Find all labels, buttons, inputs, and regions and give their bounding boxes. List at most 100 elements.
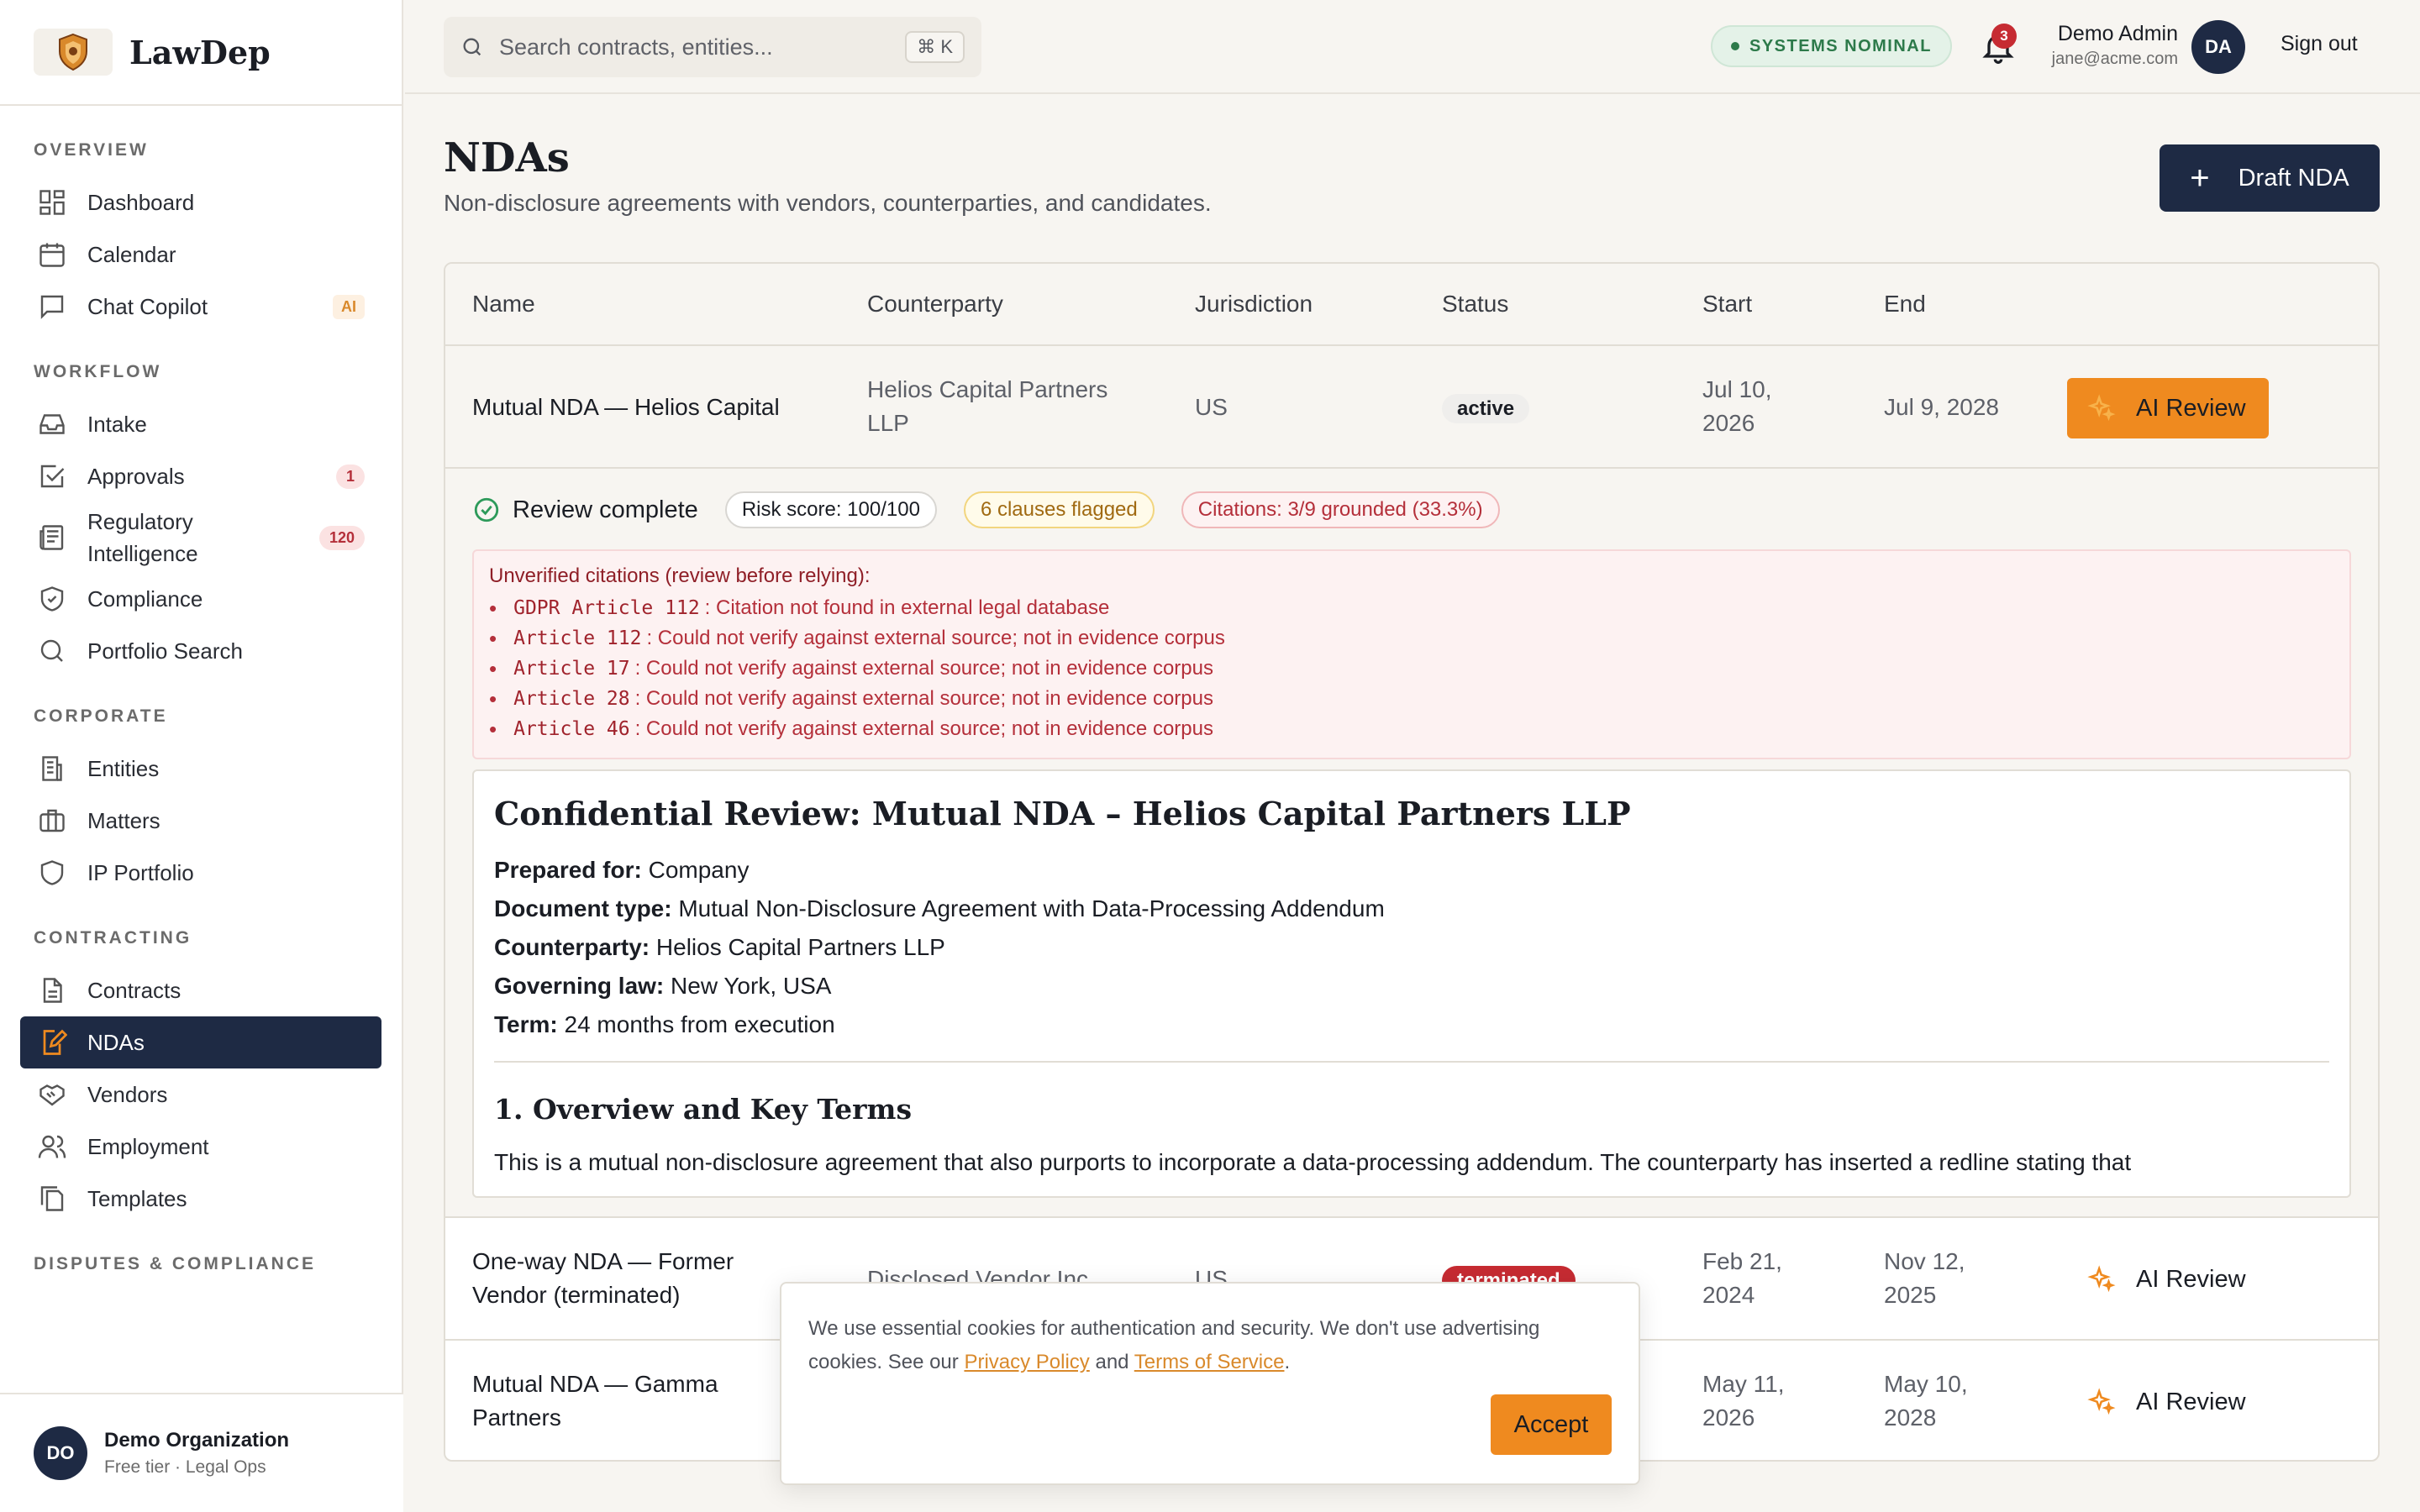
ai-review-button[interactable]: AI Review bbox=[2067, 1372, 2268, 1432]
sidebar-item-label: Contracts bbox=[87, 978, 182, 1003]
sparkles-icon bbox=[2087, 1388, 2116, 1415]
nav-section-contracting: CONTRACTING bbox=[34, 928, 192, 948]
sidebar-item-vendors[interactable]: Vendors bbox=[20, 1068, 381, 1121]
page-title: NDAs bbox=[444, 134, 570, 181]
user-info[interactable]: Demo Admin jane@acme.com bbox=[2044, 22, 2178, 69]
sidebar-item-templates[interactable]: Templates bbox=[20, 1173, 381, 1225]
sidebar-item-chat-copilot[interactable]: Chat Copilot AI bbox=[20, 281, 381, 333]
nda-end: Jul 9, 2028 bbox=[1884, 394, 1999, 420]
sidebar-item-portfolio-search[interactable]: Portfolio Search bbox=[20, 625, 381, 677]
briefcase-icon bbox=[39, 809, 65, 832]
sidebar-item-dashboard[interactable]: Dashboard bbox=[20, 176, 381, 228]
search-icon bbox=[40, 639, 63, 662]
brand-name: LawDep bbox=[129, 33, 271, 71]
brand[interactable]: LawDep bbox=[0, 0, 402, 106]
accept-cookies-button[interactable]: Accept bbox=[1491, 1394, 1612, 1455]
unverified-citations: Unverified citations (review before rely… bbox=[472, 549, 2351, 759]
copy-icon bbox=[40, 1186, 64, 1211]
global-search[interactable]: ⌘ K bbox=[444, 17, 981, 77]
table-row[interactable]: Mutual NDA — Helios Capital Helios Capit… bbox=[445, 346, 2378, 469]
nav-section-workflow: WORKFLOW bbox=[34, 362, 162, 381]
sidebar-item-ndas[interactable]: NDAs bbox=[20, 1016, 381, 1068]
handshake-icon bbox=[39, 1084, 65, 1106]
draft-nda-button[interactable]: + Draft NDA bbox=[2160, 144, 2380, 212]
nda-end: Nov 12, 2025 bbox=[1884, 1248, 1965, 1308]
approvals-count-badge: 1 bbox=[335, 464, 365, 489]
report-governing-law: Governing law: New York, USA bbox=[494, 973, 832, 999]
nda-counterparty: Helios Capital Partners LLP bbox=[867, 376, 1108, 436]
sidebar-item-compliance[interactable]: Compliance bbox=[20, 573, 381, 625]
ai-badge: AI bbox=[333, 294, 365, 319]
document-icon bbox=[43, 978, 62, 1003]
document-edit-icon bbox=[43, 1029, 67, 1055]
unverified-heading: Unverified citations (review before rely… bbox=[489, 564, 871, 587]
sidebar-item-entities[interactable]: Entities bbox=[20, 743, 381, 795]
ai-review-label: AI Review bbox=[2136, 1265, 2246, 1293]
sidebar-item-label: Intake bbox=[87, 412, 147, 437]
ai-review-button[interactable]: AI Review bbox=[2067, 1249, 2268, 1310]
sparkles-icon bbox=[2087, 394, 2116, 422]
terms-of-service-link[interactable]: Terms of Service bbox=[1134, 1351, 1285, 1373]
nda-start: May 11, 2026 bbox=[1702, 1371, 1785, 1431]
sidebar-item-ip-portfolio[interactable]: IP Portfolio bbox=[20, 847, 381, 899]
chat-icon bbox=[40, 295, 64, 319]
sidebar-item-calendar[interactable]: Calendar bbox=[20, 228, 381, 281]
review-report[interactable]: Confidential Review: Mutual NDA – Helios… bbox=[472, 769, 2351, 1198]
ai-review-button[interactable]: AI Review bbox=[2067, 378, 2269, 438]
report-divider bbox=[494, 1061, 2329, 1063]
org-name: Demo Organization bbox=[104, 1429, 290, 1452]
nda-jurisdiction: US bbox=[1195, 394, 1228, 420]
shield-check-icon bbox=[40, 586, 64, 612]
org-avatar: DO bbox=[34, 1426, 87, 1480]
col-header-status[interactable]: Status bbox=[1442, 291, 1508, 318]
list-item: Article 28: Could not verify against ext… bbox=[489, 684, 2334, 714]
grid-icon bbox=[39, 190, 65, 215]
sidebar-item-label: Matters bbox=[87, 808, 160, 833]
org-switcher[interactable]: DO Demo Organization Free tier · Legal O… bbox=[0, 1393, 403, 1512]
clauses-flagged-chip: 6 clauses flagged bbox=[963, 491, 1155, 528]
sparkles-icon bbox=[2087, 1265, 2116, 1293]
col-header-name[interactable]: Name bbox=[472, 291, 535, 318]
sidebar-item-intake[interactable]: Intake bbox=[20, 398, 381, 450]
building-icon bbox=[42, 756, 62, 781]
nda-end: May 10, 2028 bbox=[1884, 1371, 1968, 1431]
report-section-heading: 1. Overview and Key Terms bbox=[494, 1093, 913, 1126]
col-header-end[interactable]: End bbox=[1884, 291, 1926, 318]
sidebar-item-employment[interactable]: Employment bbox=[20, 1121, 381, 1173]
draft-nda-label: Draft NDA bbox=[2238, 164, 2349, 192]
checkbox-icon bbox=[40, 465, 65, 488]
table-header: Name Counterparty Jurisdiction Status St… bbox=[445, 264, 2378, 346]
report-prepared-for: Prepared for: Company bbox=[494, 857, 750, 883]
sidebar-item-label: Entities bbox=[87, 756, 160, 781]
ai-review-label: AI Review bbox=[2136, 394, 2246, 422]
col-header-counterparty[interactable]: Counterparty bbox=[867, 291, 1003, 318]
sidebar-item-label: IP Portfolio bbox=[87, 860, 194, 885]
nda-name[interactable]: Mutual NDA — Helios Capital bbox=[472, 391, 780, 424]
report-counterparty: Counterparty: Helios Capital Partners LL… bbox=[494, 934, 945, 960]
privacy-policy-link[interactable]: Privacy Policy bbox=[964, 1351, 1089, 1373]
sidebar-item-label: Chat Copilot bbox=[87, 294, 208, 319]
sidebar-item-label: Employment bbox=[87, 1134, 209, 1159]
page-subtitle: Non-disclosure agreements with vendors, … bbox=[444, 190, 1212, 216]
sidebar-item-contracts[interactable]: Contracts bbox=[20, 964, 381, 1016]
nda-start: Feb 21, 2024 bbox=[1702, 1248, 1782, 1308]
col-header-jurisdiction[interactable]: Jurisdiction bbox=[1195, 291, 1313, 318]
report-paragraph: This is a mutual non-disclosure agreemen… bbox=[494, 1149, 2132, 1175]
sidebar-item-label: Dashboard bbox=[87, 190, 195, 215]
list-item: Article 17: Could not verify against ext… bbox=[489, 654, 2334, 684]
shield-icon bbox=[40, 860, 64, 885]
nda-name[interactable]: One-way NDA — Former Vendor (terminated) bbox=[472, 1245, 734, 1312]
report-heading: Confidential Review: Mutual NDA – Helios… bbox=[494, 795, 1631, 832]
col-header-start[interactable]: Start bbox=[1702, 291, 1752, 318]
status-badge: active bbox=[1442, 391, 1530, 426]
nda-name[interactable]: Mutual NDA — Gamma Partners bbox=[472, 1368, 718, 1435]
sidebar-item-label: Compliance bbox=[87, 586, 203, 612]
sidebar-item-regulatory-intelligence[interactable]: Regulatory Intelligence 120 bbox=[20, 502, 381, 573]
sidebar-item-approvals[interactable]: Approvals 1 bbox=[20, 450, 381, 502]
sign-out-link[interactable]: Sign out bbox=[2281, 32, 2358, 56]
inbox-icon bbox=[39, 414, 65, 434]
nav-section-overview: OVERVIEW bbox=[34, 140, 149, 160]
user-avatar[interactable]: DA bbox=[2191, 20, 2245, 74]
search-input[interactable] bbox=[499, 34, 906, 60]
sidebar-item-matters[interactable]: Matters bbox=[20, 795, 381, 847]
